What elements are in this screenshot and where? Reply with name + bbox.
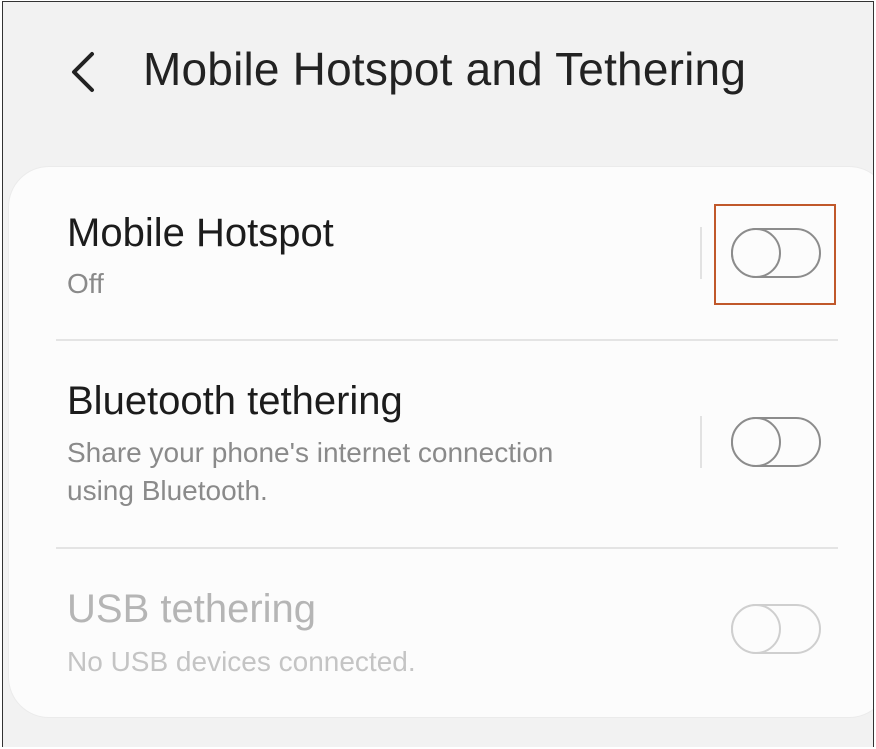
mobile-hotspot-row[interactable]: Mobile Hotspot Off [9, 167, 873, 339]
usb-tethering-status: No USB devices connected. [67, 646, 416, 677]
settings-card: Mobile Hotspot Off Bluetooth tethering S… [9, 167, 873, 717]
bluetooth-tethering-toggle[interactable] [730, 416, 821, 467]
bluetooth-tethering-row[interactable]: Bluetooth tethering Share your phone's i… [9, 341, 873, 547]
toggle-knob [730, 416, 781, 467]
bluetooth-tethering-title: Bluetooth tethering [67, 379, 403, 423]
bluetooth-tethering-description-line1: Share your phone's internet connection [67, 437, 554, 468]
page-title: Mobile Hotspot and Tethering [143, 43, 747, 95]
chevron-left-icon [72, 52, 94, 92]
mobile-hotspot-status: Off [67, 268, 104, 299]
usb-tethering-row: USB tethering No USB devices connected. [9, 549, 873, 717]
usb-tethering-toggle [730, 603, 821, 654]
app-bar: Mobile Hotspot and Tethering [3, 2, 873, 142]
row-divider [700, 416, 702, 468]
toggle-highlight-box [714, 204, 836, 305]
usb-tethering-title: USB tethering [67, 587, 317, 631]
settings-screen: Mobile Hotspot and Tethering Mobile Hots… [2, 1, 874, 747]
row-divider [700, 227, 702, 279]
bluetooth-tethering-description-line2: using Bluetooth. [67, 475, 268, 506]
mobile-hotspot-title: Mobile Hotspot [67, 211, 334, 255]
toggle-knob [730, 603, 781, 654]
back-button[interactable] [59, 44, 107, 100]
